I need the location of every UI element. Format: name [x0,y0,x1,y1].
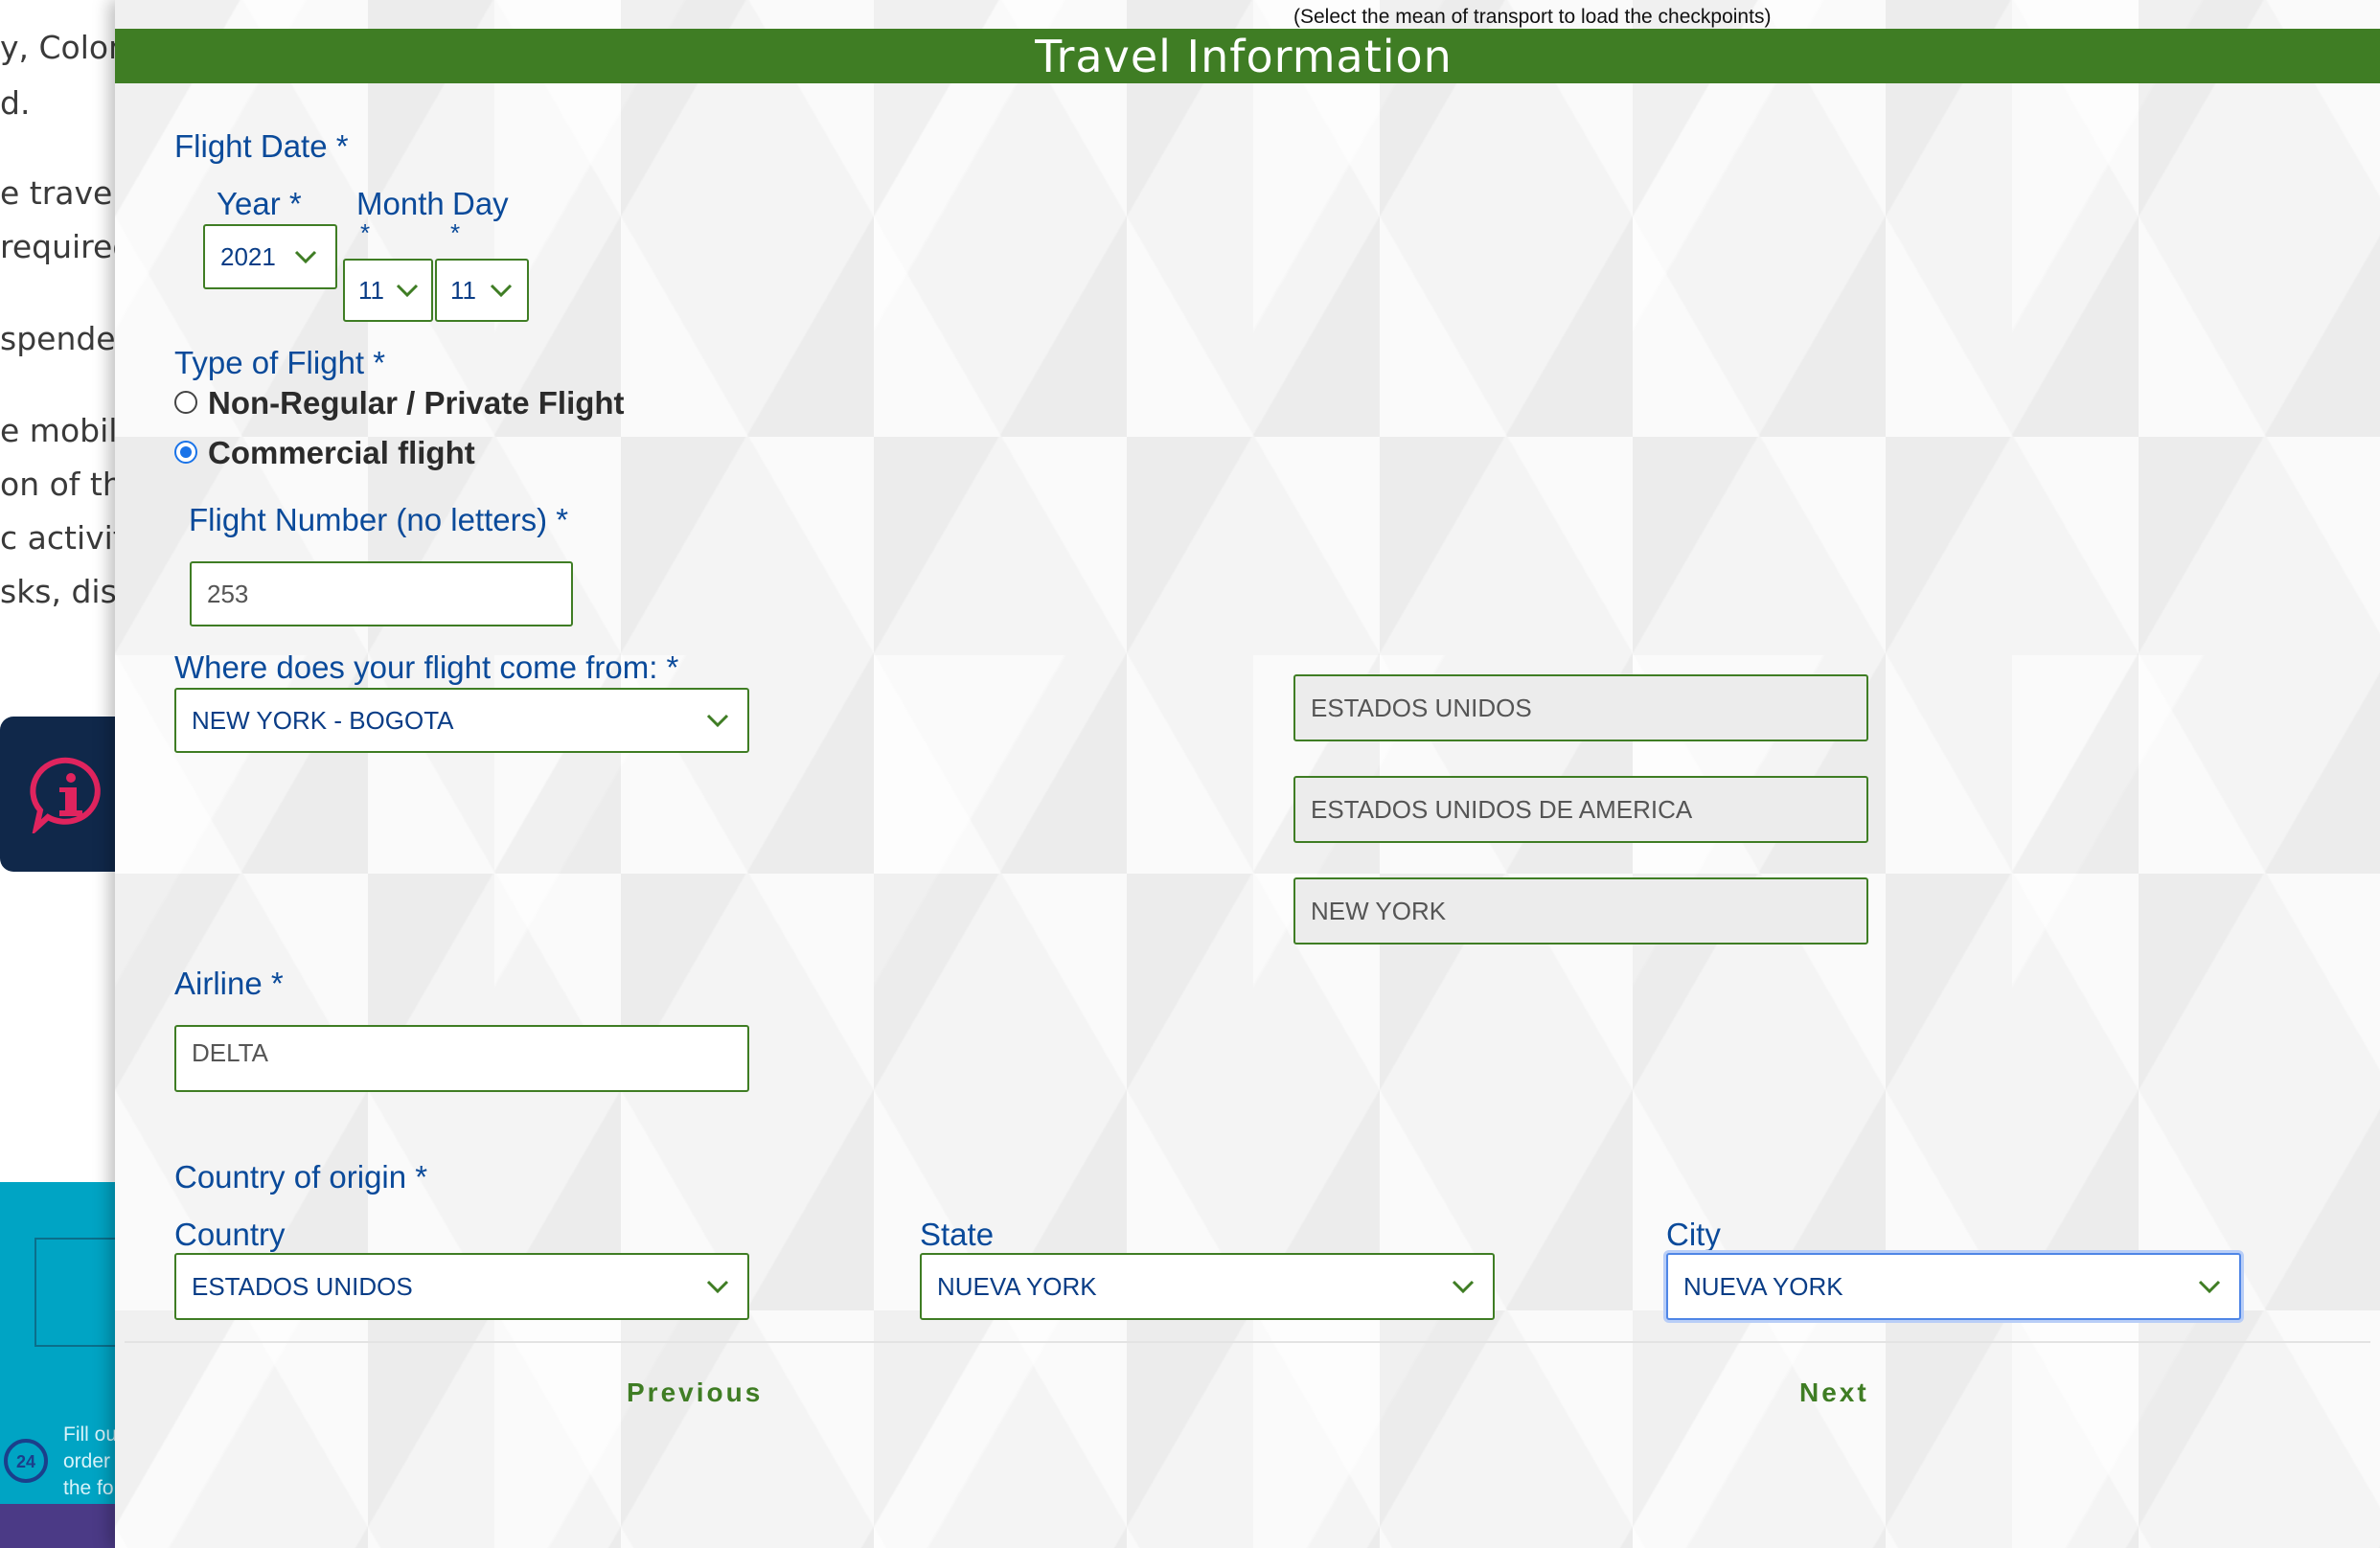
footer-text-line: the fo [63,1477,114,1499]
divider [125,1341,2370,1343]
info-card [0,717,134,872]
commercial-flight-label[interactable]: Commercial flight [208,435,475,471]
flight-type-label: Type of Flight * [174,345,386,380]
origin-route-value: NEW YORK - BOGOTA [192,705,454,735]
chevron-down-icon [706,1280,729,1294]
background-text-line: y, Colom [0,29,134,66]
month-select[interactable]: 11 [343,259,433,322]
chevron-down-icon [294,250,317,264]
footer-text-line: order [63,1450,111,1472]
flight-number-input[interactable]: 253 [190,561,573,626]
travel-info-modal: (Select the mean of transport to load th… [115,0,2380,1548]
flight-number-value: 253 [207,579,249,608]
year-label: Year * [217,186,302,221]
footer-text-line: Fill ou [63,1423,118,1446]
origin-route-label: Where does your flight come from: * [174,649,679,685]
day-value: 11 [450,275,476,305]
country-value: ESTADOS UNIDOS [192,1271,413,1301]
month-label: Month [356,186,445,221]
background-text-line: d. [0,84,31,122]
background-text-line: e mobilit [0,412,134,449]
year-select[interactable]: 2021 [203,224,337,289]
airline-value: DELTA [192,1038,268,1067]
route-city-value: NEW YORK [1311,896,1447,925]
country-select[interactable]: ESTADOS UNIDOS [174,1253,749,1320]
state-label: State [920,1217,995,1252]
background-text-line: sks, dist [0,573,129,610]
chevron-down-icon [1452,1280,1475,1294]
city-value: NUEVA YORK [1683,1271,1843,1301]
private-flight-label[interactable]: Non-Regular / Private Flight [208,385,625,421]
background-text-line: c activit [0,519,126,557]
route-country-field: ESTADOS UNIDOS [1293,674,1868,741]
airline-label: Airline * [174,966,284,1001]
footer-bar [0,1504,134,1548]
city-label: City [1666,1217,1721,1252]
background-text-line: on of the [0,466,134,503]
route-city-field: NEW YORK [1293,877,1868,945]
background-text-line: required [0,228,133,265]
airline-input[interactable]: DELTA [174,1025,749,1092]
state-select[interactable]: NUEVA YORK [920,1253,1495,1320]
route-country-value: ESTADOS UNIDOS [1311,693,1532,722]
city-select[interactable]: NUEVA YORK [1666,1253,2241,1320]
month-value: 11 [358,275,384,305]
info-chat-icon [30,757,101,833]
chevron-down-icon [706,714,729,728]
radio-private-flight[interactable] [174,391,197,414]
day-label: Day [452,186,509,221]
svg-text:24: 24 [16,1452,35,1471]
background-page: y, Colom d. e travelir required spended … [0,0,134,1548]
month-required-mark: * [360,218,371,247]
clock-24-icon: 24 [4,1439,48,1483]
chevron-down-icon [396,284,419,298]
next-button[interactable]: Next [1799,1377,1869,1408]
route-country-full-value: ESTADOS UNIDOS DE AMERICA [1311,794,1693,824]
day-required-mark: * [450,218,461,247]
country-label: Country [174,1217,286,1252]
background-text-line: spended [0,320,134,357]
year-value: 2021 [220,241,276,271]
origin-route-select[interactable]: NEW YORK - BOGOTA [174,688,749,753]
day-select[interactable]: 11 [435,259,529,322]
background-text-line: e travelir [0,174,134,212]
chevron-down-icon [2198,1280,2221,1294]
route-country-full-field: ESTADOS UNIDOS DE AMERICA [1293,776,1868,843]
state-value: NUEVA YORK [937,1271,1097,1301]
previous-button[interactable]: Previous [627,1377,763,1408]
modal-title: Travel Information [1035,31,1453,82]
transport-hint: (Select the mean of transport to load th… [1293,6,1772,28]
flight-number-label: Flight Number (no letters) * [189,502,569,537]
flight-date-label: Flight Date * [174,128,349,164]
radio-commercial-flight[interactable] [174,441,197,464]
country-of-origin-label: Country of origin * [174,1159,428,1195]
chevron-down-icon [490,284,513,298]
